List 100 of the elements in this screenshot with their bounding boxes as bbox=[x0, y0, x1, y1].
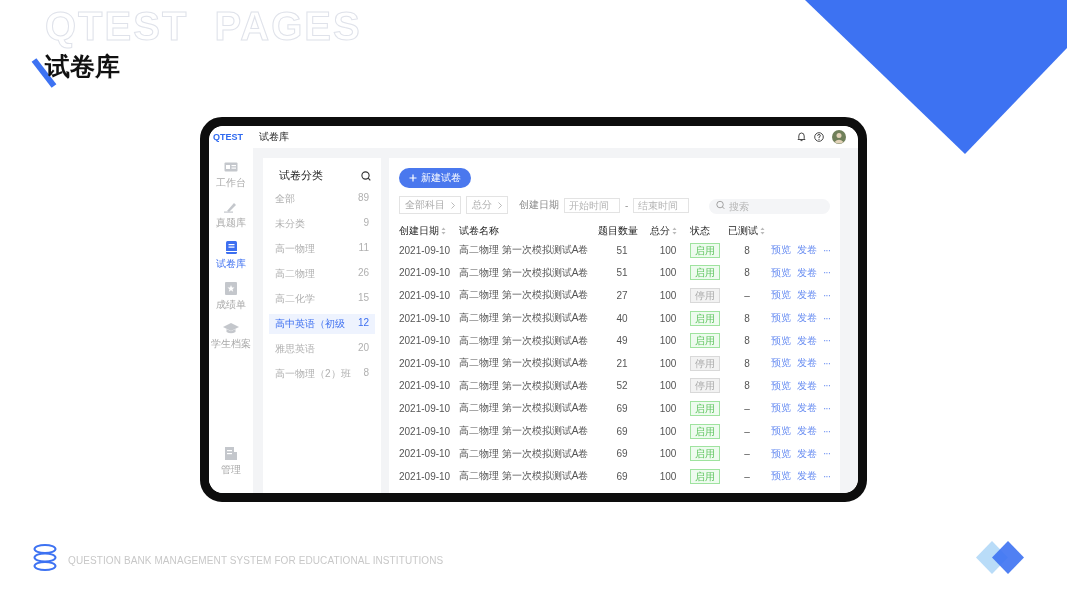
action-link[interactable]: 预览 bbox=[771, 446, 791, 461]
range-separator: - bbox=[625, 199, 629, 211]
filter-dropdown[interactable]: 全部科目 bbox=[399, 196, 461, 214]
nav-item[interactable]: 试卷库 bbox=[216, 241, 246, 271]
table-cell-text: 8 bbox=[743, 379, 751, 394]
id-card-icon bbox=[224, 162, 238, 173]
nav-item[interactable]: 学生档案 bbox=[211, 323, 251, 351]
table-cell-text: 高二物理 第一次模拟测试A卷 bbox=[459, 401, 590, 416]
table-cell-text: 100 bbox=[658, 266, 678, 281]
action-link[interactable]: 发卷 bbox=[797, 469, 817, 484]
action-link[interactable]: 发卷 bbox=[797, 424, 817, 439]
action-link[interactable]: 预览 bbox=[771, 288, 791, 303]
help-icon[interactable] bbox=[814, 132, 824, 142]
search-icon bbox=[716, 200, 725, 210]
action-link[interactable]: 发卷 bbox=[797, 288, 817, 303]
table-cell-text: – bbox=[743, 289, 751, 303]
table-cell-text: 8 bbox=[743, 334, 751, 349]
action-link[interactable]: 预览 bbox=[771, 243, 791, 258]
table-cell-text: 100 bbox=[658, 243, 678, 258]
table-cell-text: 高二物理 第一次模拟测试A卷 bbox=[459, 288, 590, 303]
more-link[interactable]: ··· bbox=[823, 380, 830, 392]
action-link[interactable]: 发卷 bbox=[797, 243, 817, 258]
action-link[interactable]: 发卷 bbox=[797, 311, 817, 326]
nav-item[interactable]: 管理 bbox=[221, 447, 241, 477]
table-cell-text: 100 bbox=[658, 379, 678, 394]
table-cell-text: 69 bbox=[615, 469, 629, 484]
table-cell-text: 2021-09-10 bbox=[399, 311, 452, 326]
action-link[interactable]: 发卷 bbox=[797, 378, 817, 393]
table-cell-text: 52 bbox=[615, 379, 629, 394]
more-link[interactable]: ··· bbox=[823, 267, 830, 279]
action-link[interactable]: 预览 bbox=[771, 424, 791, 439]
slide-title: 试卷库 bbox=[45, 51, 120, 82]
table-cell-text: 2021-09-10 bbox=[399, 379, 452, 394]
diamond-logo-icon bbox=[976, 541, 1024, 574]
table-cell-text: 100 bbox=[658, 334, 678, 349]
status-tag: 停用 bbox=[690, 355, 720, 371]
category-item[interactable]: 雅思英语 20 bbox=[269, 339, 375, 359]
table-cell-text: 高二物理 第一次模拟测试A卷 bbox=[459, 311, 590, 326]
graduation-cap-icon bbox=[223, 323, 239, 334]
action-link[interactable]: 发卷 bbox=[797, 446, 817, 461]
table-cell-text: 2021-09-10 bbox=[399, 334, 452, 349]
table-cell-text: 21 bbox=[615, 356, 629, 371]
avatar[interactable] bbox=[832, 130, 846, 144]
table-cell-text: 100 bbox=[658, 424, 678, 439]
table-cell-text: 100 bbox=[658, 289, 678, 303]
more-link[interactable]: ··· bbox=[823, 470, 830, 482]
nav-item[interactable]: 真题库 bbox=[216, 201, 246, 230]
more-link[interactable]: ··· bbox=[823, 425, 830, 437]
more-link[interactable]: ··· bbox=[823, 244, 830, 256]
start-date-field[interactable]: 开始时间 bbox=[564, 197, 620, 213]
action-link[interactable]: 发卷 bbox=[797, 333, 817, 348]
action-link[interactable]: 预览 bbox=[771, 311, 791, 326]
table-cell-text: 100 bbox=[658, 469, 678, 484]
action-link[interactable]: 发卷 bbox=[797, 265, 817, 280]
action-link[interactable]: 预览 bbox=[771, 469, 791, 484]
bell-icon[interactable] bbox=[797, 132, 806, 142]
status-tag: 启用 bbox=[690, 242, 720, 258]
date-label: 创建日期 bbox=[519, 198, 559, 212]
column-header: 试卷名称 bbox=[459, 223, 499, 238]
search-icon[interactable] bbox=[361, 170, 371, 181]
app-logo: QTEST bbox=[213, 132, 243, 142]
table-cell-text: 100 bbox=[658, 356, 678, 371]
more-link[interactable]: ··· bbox=[823, 402, 830, 414]
table-cell-text: 高二物理 第一次模拟测试A卷 bbox=[459, 243, 590, 258]
filter-dropdown[interactable]: 总分 bbox=[466, 196, 508, 214]
status-tag: 停用 bbox=[690, 288, 720, 303]
column-header: 已测试 bbox=[728, 223, 758, 238]
more-link[interactable]: ··· bbox=[823, 357, 830, 369]
category-item[interactable]: 全部 89 bbox=[269, 189, 375, 209]
more-link[interactable]: ··· bbox=[823, 448, 830, 460]
more-link[interactable]: ··· bbox=[823, 290, 830, 301]
new-paper-button[interactable]: 新建试卷 bbox=[399, 168, 471, 188]
table-cell-text: 8 bbox=[743, 356, 751, 371]
table-cell-text: 2021-09-10 bbox=[399, 469, 452, 484]
action-link[interactable]: 预览 bbox=[771, 401, 791, 416]
table-cell-text: 100 bbox=[658, 401, 678, 416]
action-link[interactable]: 发卷 bbox=[797, 356, 817, 371]
table-cell-text: 高二物理 第一次模拟测试A卷 bbox=[459, 378, 590, 393]
table-cell-text: 27 bbox=[615, 289, 629, 303]
action-link[interactable]: 预览 bbox=[771, 333, 791, 348]
building-icon bbox=[225, 447, 237, 460]
action-link[interactable]: 预览 bbox=[771, 356, 791, 371]
end-date-field[interactable]: 结束时间 bbox=[633, 197, 690, 213]
table-cell-text: 高二物理 第一次模拟测试A卷 bbox=[459, 424, 590, 439]
nav-item[interactable]: 成绩单 bbox=[216, 282, 246, 312]
action-link[interactable]: 发卷 bbox=[797, 401, 817, 416]
status-tag: 启用 bbox=[690, 446, 720, 462]
search-field[interactable]: 搜索 bbox=[709, 199, 830, 214]
status-tag: 停用 bbox=[690, 378, 720, 394]
table-cell-text: 高二物理 第一次模拟测试A卷 bbox=[459, 265, 590, 280]
category-item[interactable]: 高中英语（初级 12 bbox=[269, 314, 375, 334]
action-link[interactable]: 预览 bbox=[771, 378, 791, 393]
column-header: 总分 bbox=[650, 223, 670, 238]
more-link[interactable]: ··· bbox=[823, 312, 830, 324]
more-link[interactable]: ··· bbox=[823, 335, 830, 347]
certificate-icon bbox=[225, 282, 237, 295]
category-item[interactable]: 未分类 9 bbox=[269, 214, 375, 234]
action-link[interactable]: 预览 bbox=[771, 265, 791, 280]
table-cell-text: 2021-09-10 bbox=[399, 243, 452, 258]
nav-item[interactable]: 工作台 bbox=[216, 162, 246, 190]
